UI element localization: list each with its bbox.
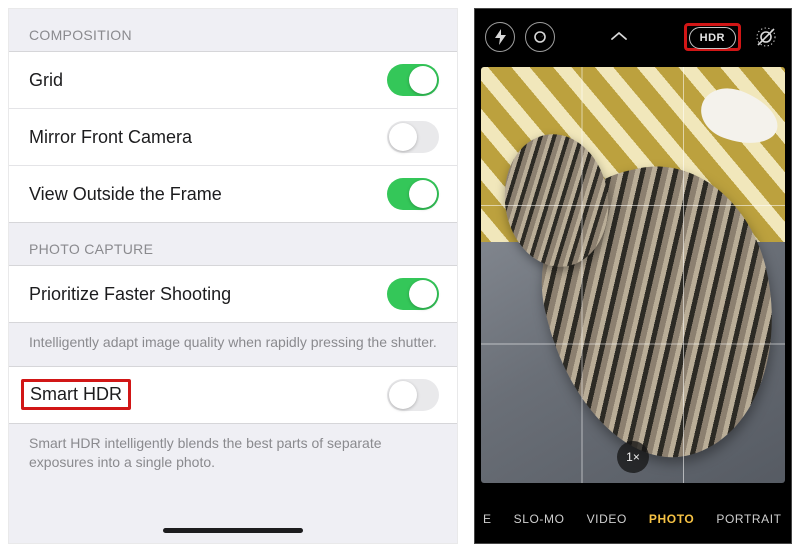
home-indicator[interactable] — [163, 528, 303, 533]
night-mode-button[interactable] — [525, 22, 555, 52]
section-header-composition: COMPOSITION — [9, 9, 457, 51]
row-smart-hdr-label: Smart HDR — [29, 379, 387, 410]
mode-video[interactable]: VIDEO — [587, 512, 627, 526]
zoom-level-button[interactable]: 1× — [617, 441, 649, 473]
row-grid-label: Grid — [29, 70, 387, 91]
camera-viewfinder[interactable]: 1× — [481, 67, 785, 483]
camera-controls-chevron[interactable] — [603, 28, 635, 46]
chevron-up-icon — [610, 31, 628, 41]
footer-prioritize: Intelligently adapt image quality when r… — [9, 323, 457, 366]
row-outside-frame-label: View Outside the Frame — [29, 184, 387, 205]
switch-grid[interactable] — [387, 64, 439, 96]
row-mirror-front-camera[interactable]: Mirror Front Camera — [9, 109, 457, 166]
bolt-icon — [494, 29, 507, 45]
section-header-photo-capture: PHOTO CAPTURE — [9, 223, 457, 265]
photo-capture-list-2: Smart HDR — [9, 366, 457, 424]
row-prioritize-faster-shooting[interactable]: Prioritize Faster Shooting — [9, 266, 457, 322]
camera-settings-panel: COMPOSITION Grid Mirror Front Camera Vie… — [8, 8, 458, 544]
live-photo-off-icon — [755, 26, 777, 48]
flash-button[interactable] — [485, 22, 515, 52]
photo-capture-list-1: Prioritize Faster Shooting — [9, 265, 457, 323]
mode-slomo[interactable]: SLO-MO — [514, 512, 565, 526]
mode-photo[interactable]: PHOTO — [649, 512, 694, 526]
row-view-outside-frame[interactable]: View Outside the Frame — [9, 166, 457, 222]
mode-portrait[interactable]: PORTRAIT — [716, 512, 781, 526]
camera-mode-strip[interactable]: E SLO-MO VIDEO PHOTO PORTRAIT PANO — [475, 495, 791, 543]
switch-smart-hdr[interactable] — [387, 379, 439, 411]
camera-app-panel: HDR 1× E SLO-MO VIDEO PHOTO PORTRAIT PAN… — [474, 8, 792, 544]
camera-top-bar: HDR — [475, 9, 791, 65]
composition-list: Grid Mirror Front Camera View Outside th… — [9, 51, 457, 223]
switch-prioritize-faster-shooting[interactable] — [387, 278, 439, 310]
footer-smart-hdr: Smart HDR intelligently blends the best … — [9, 424, 457, 486]
mode-timelapse-partial[interactable]: E — [483, 512, 492, 526]
switch-view-outside-frame[interactable] — [387, 178, 439, 210]
row-prioritize-label: Prioritize Faster Shooting — [29, 284, 387, 305]
night-mode-icon — [532, 29, 548, 45]
row-mirror-label: Mirror Front Camera — [29, 127, 387, 148]
highlight-hdr-toggle: HDR — [684, 23, 741, 51]
hdr-toggle[interactable]: HDR — [689, 27, 736, 49]
row-smart-hdr[interactable]: Smart HDR — [9, 367, 457, 423]
live-photo-toggle[interactable] — [751, 22, 781, 52]
row-grid[interactable]: Grid — [9, 52, 457, 109]
switch-mirror-front-camera[interactable] — [387, 121, 439, 153]
highlight-smart-hdr: Smart HDR — [21, 379, 131, 410]
